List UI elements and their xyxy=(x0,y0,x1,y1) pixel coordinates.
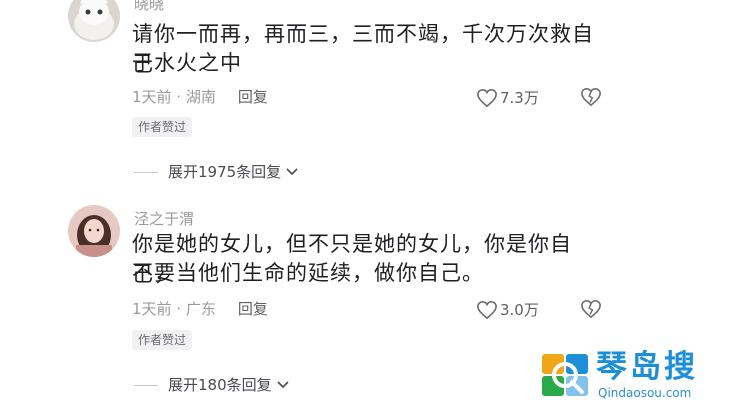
watermark-title: 琴岛搜 xyxy=(596,349,698,385)
expand-replies-button[interactable]: 展开180条回复 xyxy=(134,376,290,394)
comment-text-line-2: 不要当他们生命的延续，做你自己。 xyxy=(132,261,484,285)
avatar[interactable] xyxy=(68,0,120,42)
avatar[interactable] xyxy=(68,205,120,257)
heart-icon xyxy=(477,88,497,108)
author-liked-badge: 作者赞过 xyxy=(132,117,193,137)
username[interactable]: 晓晓 xyxy=(134,0,164,13)
divider-line xyxy=(134,384,158,386)
like-button[interactable]: 7.3万 xyxy=(476,88,539,108)
expand-replies-button[interactable]: 展开1975条回复 xyxy=(134,163,299,181)
heart-icon xyxy=(477,300,497,320)
comment-meta: 1天前 · 广东 回复 xyxy=(132,300,268,318)
comment-meta: 1天前 · 湖南 回复 xyxy=(132,88,268,106)
watermark-url: Qindaosou.com xyxy=(598,386,692,400)
reply-button[interactable]: 回复 xyxy=(238,88,268,106)
expand-replies-label: 展开1975条回复 xyxy=(168,163,282,181)
author-liked-badge: 作者赞过 xyxy=(132,330,193,350)
like-count: 3.0万 xyxy=(500,301,539,319)
reply-button[interactable]: 回复 xyxy=(238,300,268,318)
comment-text-line-2: 于水火之中 xyxy=(132,51,242,75)
broken-heart-icon[interactable] xyxy=(580,299,602,319)
watermark: 琴岛搜 Qindaosou.com xyxy=(540,340,750,407)
divider-line xyxy=(134,171,158,173)
like-count: 7.3万 xyxy=(500,89,539,107)
like-button[interactable]: 3.0万 xyxy=(476,300,539,320)
expand-replies-label: 展开180条回复 xyxy=(168,376,272,394)
time-location: 1天前 · 湖南 xyxy=(132,88,216,106)
chevron-down-icon xyxy=(286,168,298,176)
broken-heart-icon[interactable] xyxy=(580,87,602,107)
time-location: 1天前 · 广东 xyxy=(132,300,216,318)
watermark-logo-icon xyxy=(542,354,588,396)
chevron-down-icon xyxy=(277,381,289,389)
username[interactable]: 泾之于渭 xyxy=(134,210,194,228)
